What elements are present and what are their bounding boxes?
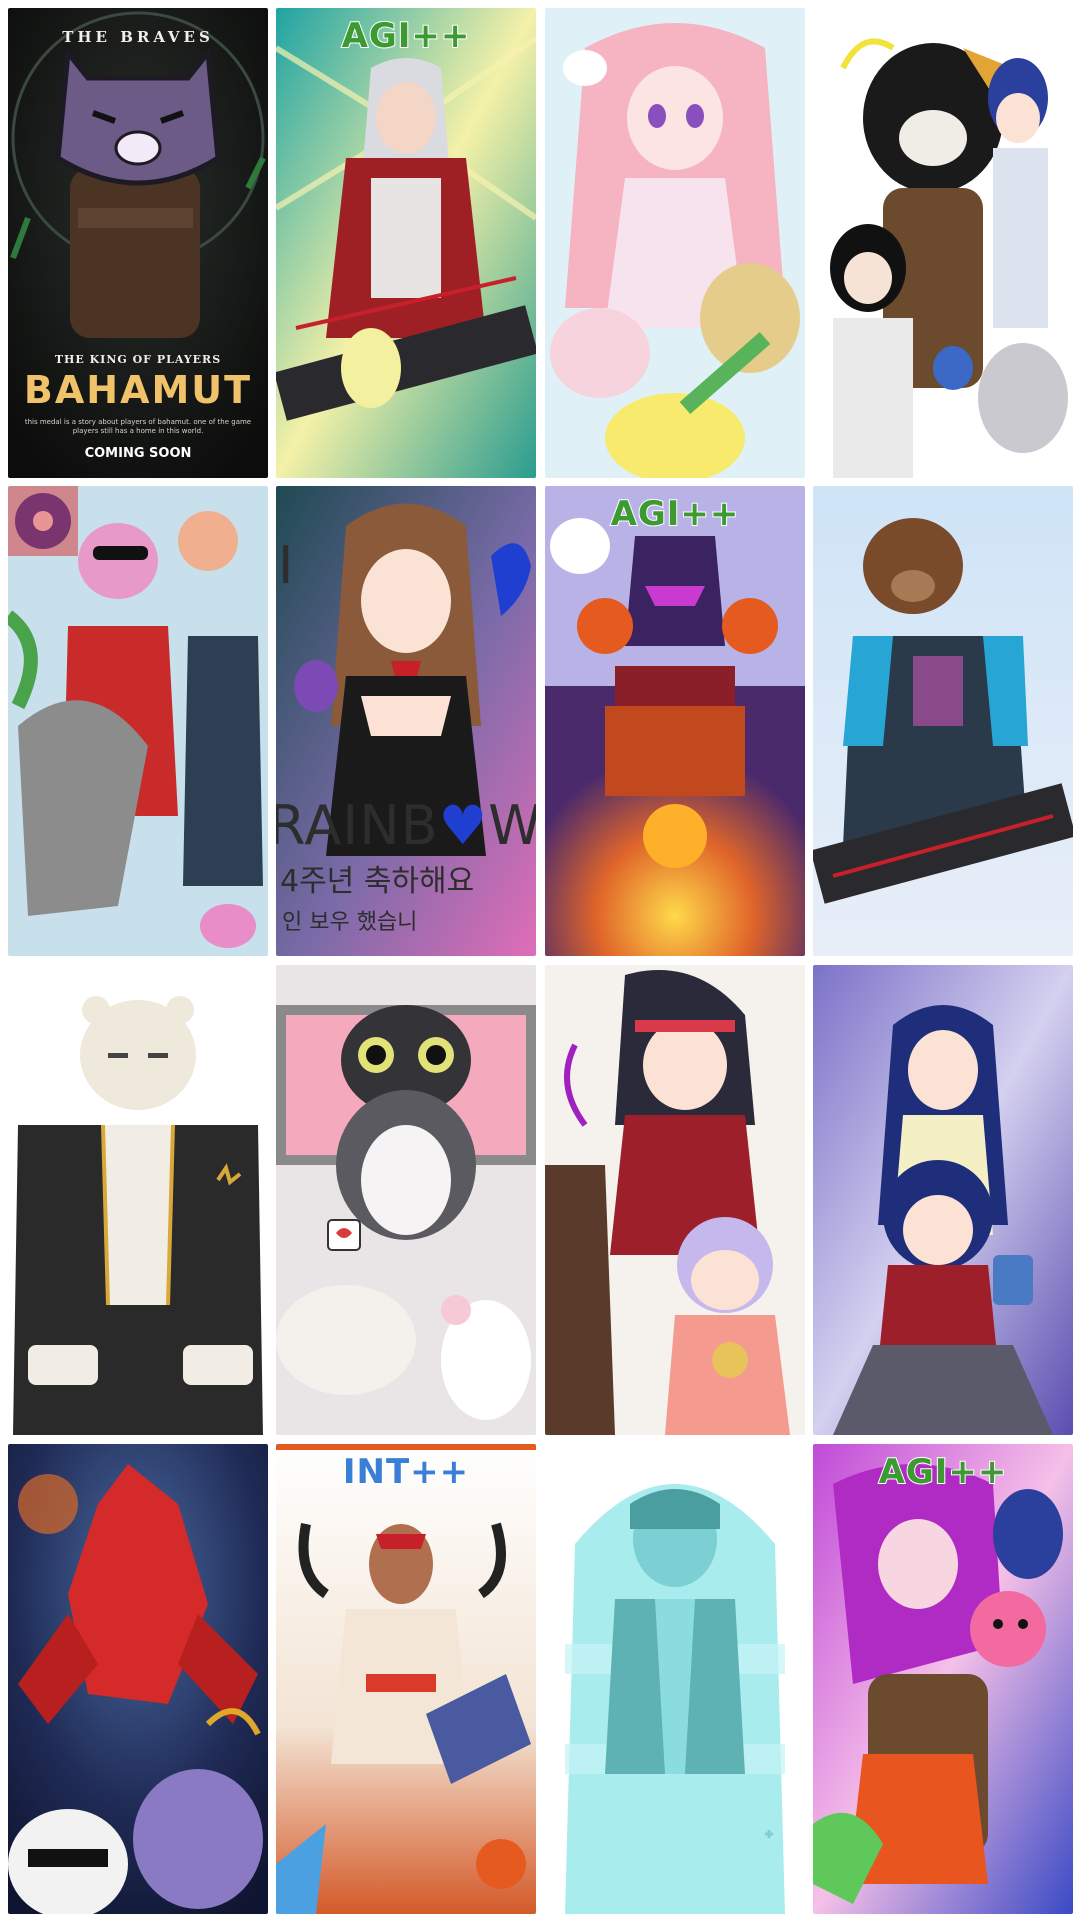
gallery-card-cat-penguin[interactable] <box>276 965 536 1435</box>
ghost-boy-artwork <box>545 1444 805 1914</box>
gallery-card-bahamut[interactable]: THE BRAVES THE KING OF PLAYERS BAHAMUT t… <box>8 8 268 478</box>
heart-icon: ♥ <box>438 794 489 857</box>
gallery-card-rainbow[interactable]: I RAINB♥W 4주년 축하해요 인 보우 했습니 <box>276 486 536 956</box>
gallery-card-maid-warrior[interactable]: AGI++ <box>276 8 536 478</box>
bear-knight-artwork <box>813 8 1073 478</box>
poster-subtitle: THE KING OF PLAYERS <box>54 353 222 366</box>
gallery-card-ghost-boy[interactable] <box>545 1444 805 1914</box>
rainbow-korean-line1: 4주년 축하해요 <box>280 864 475 899</box>
gallery-card-red-mecha[interactable] <box>8 1444 268 1914</box>
gallery-card-pink-girl[interactable] <box>545 8 805 478</box>
rainbow-title-a: RAINB <box>276 794 439 857</box>
gallery-card-pink-panther[interactable] <box>8 486 268 956</box>
bear-gunner-artwork <box>813 486 1073 956</box>
gallery-card-shrine-girls[interactable] <box>545 965 805 1435</box>
poster-top-text: THE BRAVES <box>62 28 214 46</box>
gallery-card-bear-knight[interactable] <box>813 8 1073 478</box>
rainbow-title-b: W <box>488 794 536 857</box>
stat-badge-agi: AGI++ <box>610 493 740 535</box>
maid-warrior-artwork <box>276 8 536 478</box>
gallery-card-blue-hair[interactable] <box>813 965 1073 1435</box>
dark-knight-artwork <box>545 486 805 956</box>
gallery-card-warrior-int[interactable]: INT++ <box>276 1444 536 1914</box>
red-mecha-artwork <box>8 1444 268 1914</box>
stat-badge-int: INT++ <box>342 1451 470 1493</box>
shrine-girls-artwork <box>545 965 805 1435</box>
artwork-gallery: THE BRAVES THE KING OF PLAYERS BAHAMUT t… <box>0 0 1080 1920</box>
rainbow-side-glyph: I <box>278 536 294 596</box>
poster-title: BAHAMUT <box>23 368 253 412</box>
pink-panther-artwork <box>8 486 268 956</box>
rainbow-korean-line2: 인 보우 했습니 <box>282 910 418 935</box>
warrior-int-artwork <box>276 1444 536 1914</box>
blue-hair-artwork <box>813 965 1073 1435</box>
gallery-card-polar-bear[interactable] <box>8 965 268 1435</box>
stat-badge-agi: AGI++ <box>878 1451 1008 1493</box>
poster-blurb: this medal is a story about players of b… <box>24 418 252 435</box>
gallery-card-dark-knight[interactable]: AGI++ <box>545 486 805 956</box>
poster-cta: COMING SOON <box>84 446 192 461</box>
stat-badge-agi: AGI++ <box>341 15 471 57</box>
rainbow-title: RAINB♥W <box>276 794 536 857</box>
gallery-card-purple-hair[interactable]: AGI++ <box>813 1444 1073 1914</box>
polar-bear-artwork <box>8 965 268 1435</box>
purple-hair-artwork <box>813 1444 1073 1914</box>
cat-penguin-artwork <box>276 965 536 1435</box>
pink-girl-artwork <box>545 8 805 478</box>
gallery-card-bear-gunner[interactable] <box>813 486 1073 956</box>
